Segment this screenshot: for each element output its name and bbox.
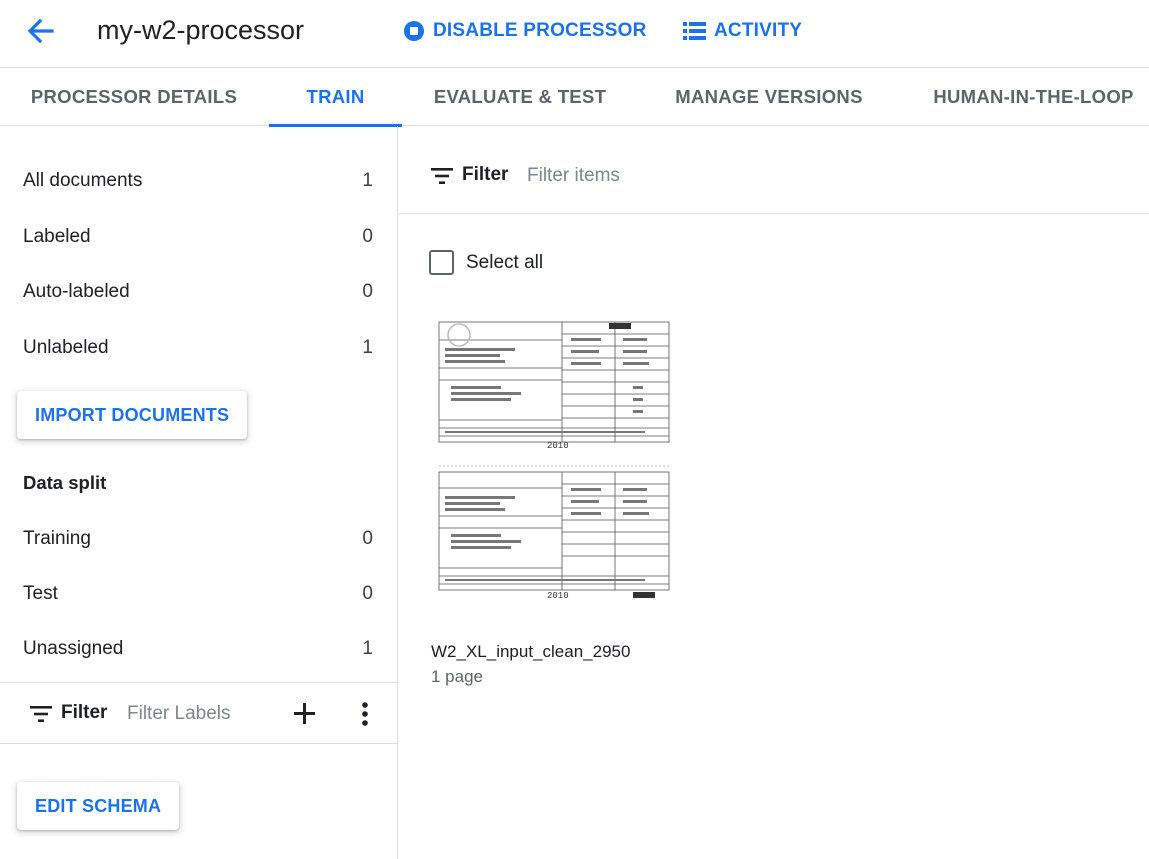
split-label: Test [23,583,58,604]
edit-schema-button[interactable]: EDIT SCHEMA [17,782,180,830]
arrow-back-icon [27,18,54,44]
activity-button[interactable]: ACTIVITY [683,18,802,44]
count-value: 0 [362,281,373,302]
split-value: 0 [362,583,373,604]
svg-text:2010: 2010 [547,591,569,601]
document-thumbnail: 2010 2010 [437,320,671,612]
count-row-auto-labeled[interactable]: Auto-labeled 0 [23,277,373,307]
data-split-heading: Data split [23,472,107,493]
split-value: 1 [362,638,373,659]
checkbox-box[interactable] [429,250,454,275]
document-page-count: 1 page [431,667,483,686]
split-row-test[interactable]: Test 0 [23,579,373,609]
split-label: Unassigned [23,638,124,659]
count-row-unlabeled[interactable]: Unlabeled 1 [23,333,373,363]
document-card[interactable]: 2010 2010 W2_XL_input_clean_2950 1 page [431,315,676,695]
filter-label: Filter [462,164,509,185]
tab-processor-details[interactable]: PROCESSOR DETAILS [0,68,268,126]
tab-bar: PROCESSOR DETAILS TRAIN EVALUATE & TEST … [0,68,1149,127]
filter-label: Filter [61,702,108,723]
filter-icon [30,706,52,722]
svg-text:2010: 2010 [547,441,569,451]
count-label: Labeled [23,226,91,247]
label-filter-bar: Filter [0,682,398,744]
tab-train[interactable]: TRAIN [269,68,402,127]
document-name: W2_XL_input_clean_2950 [431,642,631,661]
stop-circle-icon [404,21,424,41]
select-all-label: Select all [466,251,544,273]
filter-labels-input[interactable] [127,701,277,727]
import-documents-button[interactable]: IMPORT DOCUMENTS [17,391,248,439]
split-label: Training [23,528,91,549]
split-row-unassigned[interactable]: Unassigned 1 [23,634,373,664]
activity-label: ACTIVITY [714,20,803,41]
count-label: Auto-labeled [23,281,130,302]
app-header: my-w2-processor DISABLE PROCESSOR ACTIVI… [0,0,1149,68]
select-all-checkbox[interactable]: Select all [429,250,543,275]
plus-icon[interactable] [294,703,315,724]
filter-items-input[interactable] [527,163,827,189]
split-row-training[interactable]: Training 0 [23,524,373,554]
split-value: 0 [362,528,373,549]
disable-processor-label: DISABLE PROCESSOR [433,20,647,41]
count-value: 1 [362,170,373,191]
disable-processor-button[interactable]: DISABLE PROCESSOR [403,18,647,44]
page-title: my-w2-processor [97,15,305,45]
back-button[interactable] [24,14,58,48]
tab-manage-versions[interactable]: MANAGE VERSIONS [638,68,900,126]
count-label: All documents [23,170,143,191]
left-panel: All documents 1 Labeled 0 Auto-labeled 0… [0,126,398,859]
more-vert-icon[interactable] [361,702,369,726]
count-label: Unlabeled [23,337,109,358]
count-value: 0 [362,226,373,247]
count-row-labeled[interactable]: Labeled 0 [23,222,373,252]
document-filter-bar: Filter [399,126,1149,214]
list-icon [683,22,706,40]
count-row-all-documents[interactable]: All documents 1 [23,166,373,196]
filter-icon [431,168,453,184]
count-value: 1 [362,337,373,358]
tab-evaluate-test[interactable]: EVALUATE & TEST [402,68,638,126]
tab-human-in-the-loop[interactable]: HUMAN-IN-THE-LOOP [900,68,1149,126]
